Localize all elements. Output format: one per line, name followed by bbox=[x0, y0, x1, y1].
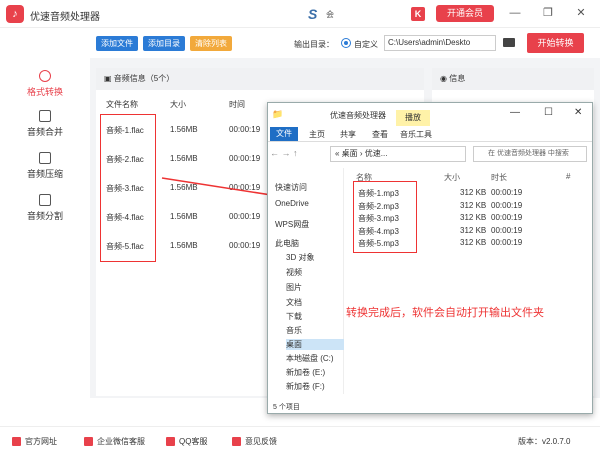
col-size[interactable]: 大小 bbox=[444, 172, 460, 183]
tab-view[interactable]: 查看 bbox=[372, 129, 388, 140]
tab-music-tools[interactable]: 音乐工具 bbox=[400, 129, 432, 140]
mp3-row-size: 312 KB bbox=[460, 225, 487, 235]
play-tools-tab[interactable]: 播放 bbox=[396, 110, 430, 126]
nav-item[interactable]: 新加卷 (F:) bbox=[286, 381, 325, 392]
nav-item[interactable]: OneDrive bbox=[275, 199, 309, 208]
mp3-row-duration: 00:00:19 bbox=[491, 238, 523, 247]
explorer-minimize-icon[interactable]: — bbox=[510, 107, 520, 118]
nav-item[interactable]: 文档 bbox=[286, 297, 302, 308]
tab-share[interactable]: 共享 bbox=[340, 129, 356, 140]
nav-item[interactable]: 图片 bbox=[286, 282, 302, 293]
nav-item[interactable]: 音乐 bbox=[286, 325, 302, 336]
footer-website[interactable]: 官方网址 bbox=[12, 436, 57, 447]
search-input[interactable]: 在 优速音频处理器 中搜索 bbox=[473, 146, 587, 162]
mp3-row-size: 312 KB bbox=[460, 238, 487, 247]
explorer-title: 优速音频处理器 bbox=[330, 111, 386, 120]
footer-label: 意见反馈 bbox=[245, 437, 277, 446]
footer-qq[interactable]: QQ客服 bbox=[166, 436, 207, 447]
footer-label: 官方网址 bbox=[25, 437, 57, 446]
explorer-status: 5 个项目 bbox=[273, 404, 300, 411]
col-number[interactable]: # bbox=[566, 172, 570, 181]
annotation-text: 转换完成后，软件会自动打开输出文件夹 bbox=[346, 307, 544, 319]
nav-arrows-icon[interactable]: ← → ↑ bbox=[270, 148, 298, 158]
explorer-maximize-icon[interactable]: ☐ bbox=[544, 107, 553, 118]
tab-file[interactable]: 文件 bbox=[270, 127, 298, 141]
version-label: 版本：v2.0.7.0 bbox=[518, 437, 571, 446]
footer-wechat[interactable]: 企业微信客服 bbox=[84, 436, 145, 447]
feedback-icon bbox=[232, 437, 241, 447]
tab-home[interactable]: 主页 bbox=[309, 129, 325, 140]
mp3-row-size: 312 KB bbox=[460, 200, 487, 210]
wechat-icon bbox=[84, 437, 93, 447]
nav-item[interactable]: 3D 对象 bbox=[286, 252, 314, 263]
nav-item[interactable]: 快速访问 bbox=[275, 182, 307, 193]
mp3-row-duration: 00:00:19 bbox=[491, 200, 523, 210]
mp3-row-duration: 00:00:19 bbox=[491, 188, 523, 197]
explorer-close-icon[interactable]: ✕ bbox=[574, 107, 582, 118]
qq-icon bbox=[166, 437, 175, 447]
mp3-row-duration: 00:00:19 bbox=[491, 225, 523, 235]
mp3-row-duration: 00:00:19 bbox=[491, 213, 523, 222]
nav-item[interactable]: 视频 bbox=[286, 267, 302, 278]
website-icon bbox=[12, 437, 21, 447]
explorer-titlebar: 📁 优速音频处理器 — ☐ ✕ bbox=[268, 103, 592, 125]
footer-label: QQ客服 bbox=[179, 437, 208, 446]
nav-item[interactable]: 下载 bbox=[286, 311, 302, 322]
address-bar[interactable]: « 桌面 › 优速... bbox=[330, 146, 466, 162]
mp3-row-size: 312 KB bbox=[460, 213, 487, 222]
footer-label: 企业微信客服 bbox=[97, 437, 145, 446]
nav-item[interactable]: WPS网盘 bbox=[275, 219, 309, 230]
nav-item[interactable]: 桌面 bbox=[286, 339, 344, 350]
footer-feedback[interactable]: 意见反馈 bbox=[232, 436, 277, 447]
explorer-folder-icon: 📁 bbox=[272, 109, 284, 119]
mp3-row-size: 312 KB bbox=[460, 188, 487, 197]
nav-item[interactable]: 新加卷 (E:) bbox=[286, 367, 325, 378]
highlight-output-files bbox=[353, 181, 417, 253]
nav-item[interactable]: 此电脑 bbox=[275, 238, 299, 249]
nav-item[interactable]: 本地磁盘 (C:) bbox=[286, 353, 334, 364]
col-duration[interactable]: 时长 bbox=[491, 172, 507, 183]
